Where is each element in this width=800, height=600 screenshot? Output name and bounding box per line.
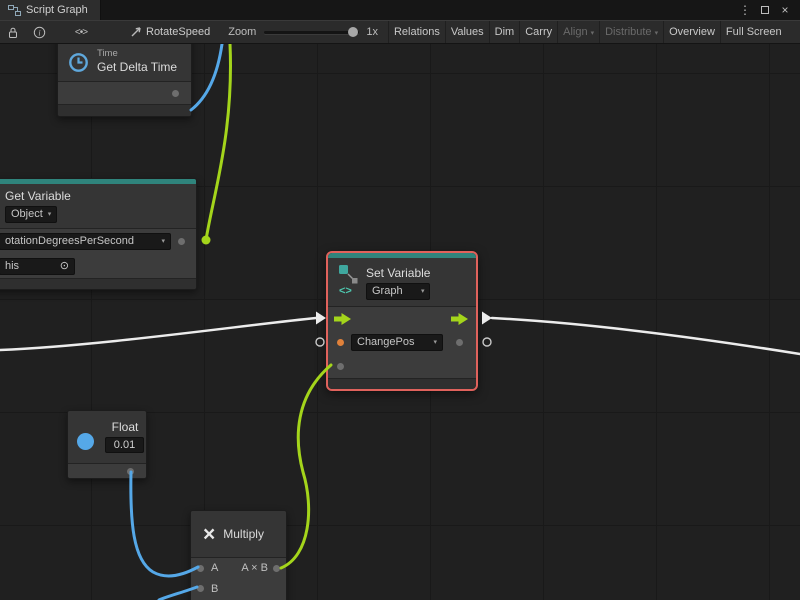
graph-toolbar: i <•> RotateSpeed Zoom 1x Relations Valu… — [0, 20, 800, 44]
value-input-port[interactable] — [337, 339, 344, 346]
float-value-field[interactable]: 0.01 — [105, 437, 144, 453]
node-set-variable-selection: <> Set Variable Graph ▾ — [326, 251, 478, 391]
flow-wire-right — [492, 318, 800, 354]
zoom-label: Zoom — [228, 26, 256, 38]
zoom-value: 1x — [366, 26, 378, 38]
svg-text:i: i — [38, 28, 40, 37]
green-wire-multiply-to-setvariable — [281, 365, 331, 568]
maximize-icon — [761, 6, 769, 14]
code-icon: <•> — [75, 27, 87, 38]
node-title: Get Variable — [5, 189, 186, 203]
result-port[interactable] — [273, 565, 280, 572]
tab-title: Script Graph — [26, 4, 88, 16]
value-output-port[interactable] — [456, 339, 463, 346]
input-a-port[interactable] — [197, 565, 204, 572]
node-multiply[interactable]: × Multiply A A × B B — [190, 510, 287, 600]
unconnected-port-ring-right[interactable] — [483, 338, 491, 346]
zoom-slider-track — [264, 31, 359, 34]
relations-button[interactable]: Relations — [388, 21, 445, 43]
flow-wire-left — [0, 318, 316, 350]
dim-button[interactable]: Dim — [489, 21, 520, 43]
float-icon — [77, 433, 94, 450]
output-port[interactable] — [172, 90, 179, 97]
multiply-icon: × — [203, 524, 215, 545]
chevron-down-icon: ▾ — [161, 235, 165, 248]
variable-scope-dropdown[interactable]: Graph ▾ — [366, 283, 430, 300]
script-graph-icon — [8, 5, 21, 16]
zoom-slider-handle[interactable] — [348, 27, 358, 37]
flow-arrowhead-left — [316, 312, 326, 325]
node-get-variable[interactable]: Get Variable Object ▾ otationDegreesPerS… — [0, 178, 197, 290]
secondary-input-port[interactable] — [337, 363, 344, 370]
overview-button[interactable]: Overview — [663, 21, 720, 43]
tab-script-graph[interactable]: Script Graph — [0, 0, 101, 20]
inspect-toggle-button[interactable]: <•> — [72, 23, 90, 41]
close-button[interactable]: × — [778, 3, 792, 17]
unconnected-port-ring-left[interactable] — [316, 338, 324, 346]
value-output-port[interactable] — [127, 468, 134, 475]
node-get-delta-time[interactable]: Time Get Delta Time — [57, 44, 192, 117]
fullscreen-button[interactable]: Full Screen — [720, 21, 787, 43]
carry-button[interactable]: Carry — [519, 21, 557, 43]
variable-name-dropdown[interactable]: ChangePos ▾ — [351, 334, 443, 351]
input-a-label: A — [211, 562, 218, 574]
tab-bar: Script Graph ⋮ × — [0, 0, 800, 20]
result-label: A × B — [241, 562, 268, 574]
node-float[interactable]: Float 0.01 — [67, 410, 147, 479]
maximize-button[interactable] — [758, 3, 772, 17]
chevron-down-icon: ▾ — [433, 336, 437, 349]
graph-breadcrumb[interactable]: RotateSpeed — [130, 26, 210, 38]
info-button[interactable]: i — [30, 23, 48, 41]
graph-name: RotateSpeed — [146, 26, 210, 38]
target-object-field[interactable]: his ⊙ — [0, 258, 75, 275]
value-output-port[interactable] — [178, 238, 185, 245]
node-title: Get Delta Time — [97, 60, 177, 74]
align-button[interactable]: Align▾ — [557, 21, 599, 43]
info-icon: i — [33, 26, 46, 39]
blue-wire-top — [191, 44, 222, 110]
chevron-down-icon: ▾ — [48, 208, 52, 221]
flow-output-arrow-icon[interactable] — [451, 313, 468, 325]
graph-pointer-icon — [130, 26, 142, 38]
chevron-down-icon: ▾ — [421, 285, 425, 298]
svg-text:<>: <> — [339, 285, 352, 296]
blue-wire-float-to-a — [131, 472, 198, 576]
variable-name-dropdown[interactable]: otationDegreesPerSecond ▾ — [0, 233, 171, 250]
lock-button[interactable] — [4, 23, 22, 41]
input-b-port[interactable] — [197, 585, 204, 592]
input-b-label: B — [211, 583, 218, 595]
window-controls: ⋮ × — [738, 0, 800, 20]
values-button[interactable]: Values — [445, 21, 489, 43]
zoom-slider[interactable] — [264, 25, 359, 39]
toolbar-buttons: Relations Values Dim Carry Align▾ Distri… — [388, 21, 800, 43]
node-title: Float — [108, 420, 142, 434]
green-wire-endpoint — [202, 236, 211, 245]
window-menu-button[interactable]: ⋮ — [738, 3, 752, 17]
node-category: Time — [97, 48, 177, 59]
graph-canvas[interactable]: Time Get Delta Time Get Variable Object … — [0, 44, 800, 600]
node-set-variable[interactable]: <> Set Variable Graph ▾ — [328, 253, 476, 389]
script-graph-window: Script Graph ⋮ × i <•> — [0, 0, 800, 600]
lock-icon — [7, 26, 19, 39]
green-wire-top — [206, 44, 231, 240]
chevron-down-icon: ▾ — [655, 29, 659, 37]
distribute-button[interactable]: Distribute▾ — [599, 21, 663, 43]
variable-scope-dropdown[interactable]: Object ▾ — [5, 206, 57, 223]
node-title: Set Variable — [366, 266, 430, 280]
graph-variable-icon: <> — [336, 262, 360, 296]
target-icon: ⊙ — [60, 260, 69, 273]
flow-input-arrow-icon[interactable] — [334, 313, 351, 325]
flow-arrowhead-right — [482, 312, 492, 325]
chevron-down-icon: ▾ — [591, 29, 595, 37]
clock-icon — [68, 52, 89, 73]
node-title: Multiply — [223, 527, 264, 541]
